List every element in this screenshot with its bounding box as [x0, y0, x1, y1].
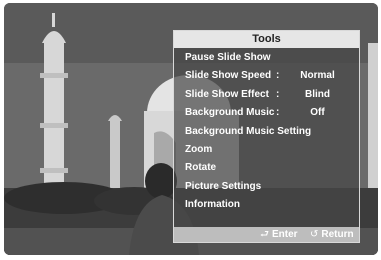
menu-item-label: Zoom — [185, 143, 213, 155]
tools-title: Tools — [174, 31, 359, 48]
menu-item-background-music-setting[interactable]: Background Music Setting — [174, 123, 359, 141]
enter-label: Enter — [272, 229, 298, 240]
tv-screen: Tools Pause Slide Show Slide Show Speed … — [0, 0, 381, 260]
tools-menu-list: Pause Slide Show Slide Show Speed : Norm… — [174, 49, 359, 215]
menu-item-label: Slide Show Effect — [185, 88, 269, 100]
menu-item-slide-show-effect[interactable]: Slide Show Effect : Blind — [174, 86, 359, 104]
menu-item-label: Information — [185, 199, 240, 211]
menu-item-slide-show-speed[interactable]: Slide Show Speed : Normal — [174, 67, 359, 85]
enter-hint[interactable]: ⮐ Enter — [260, 227, 298, 242]
tools-footer: ⮐ Enter ↺ Return — [174, 227, 359, 242]
enter-icon: ⮐ — [260, 229, 269, 240]
menu-item-information[interactable]: Information — [174, 196, 359, 214]
menu-item-label: Rotate — [185, 162, 217, 174]
menu-item-separator: : — [276, 88, 280, 100]
menu-item-separator: : — [276, 107, 280, 119]
return-icon: ↺ — [310, 229, 319, 240]
menu-item-value: Off — [310, 107, 325, 119]
menu-item-label: Slide Show Speed — [185, 70, 272, 82]
menu-item-zoom[interactable]: Zoom — [174, 141, 359, 159]
tools-menu: Tools Pause Slide Show Slide Show Speed … — [173, 30, 360, 243]
menu-item-value: Normal — [300, 70, 335, 82]
return-label: Return — [321, 229, 354, 240]
menu-item-rotate[interactable]: Rotate — [174, 159, 359, 177]
menu-item-background-music[interactable]: Background Music : Off — [174, 104, 359, 122]
menu-item-value: Blind — [305, 88, 330, 100]
menu-item-picture-settings[interactable]: Picture Settings — [174, 178, 359, 196]
menu-item-label: Picture Settings — [185, 180, 262, 192]
return-hint[interactable]: ↺ Return — [310, 227, 354, 242]
menu-item-label: Background Music Setting — [185, 125, 312, 137]
menu-item-label: Pause Slide Show — [185, 52, 271, 63]
menu-item-label: Background Music — [185, 107, 275, 119]
menu-item-pause-slide-show[interactable]: Pause Slide Show — [174, 49, 359, 67]
menu-item-separator: : — [276, 70, 280, 82]
